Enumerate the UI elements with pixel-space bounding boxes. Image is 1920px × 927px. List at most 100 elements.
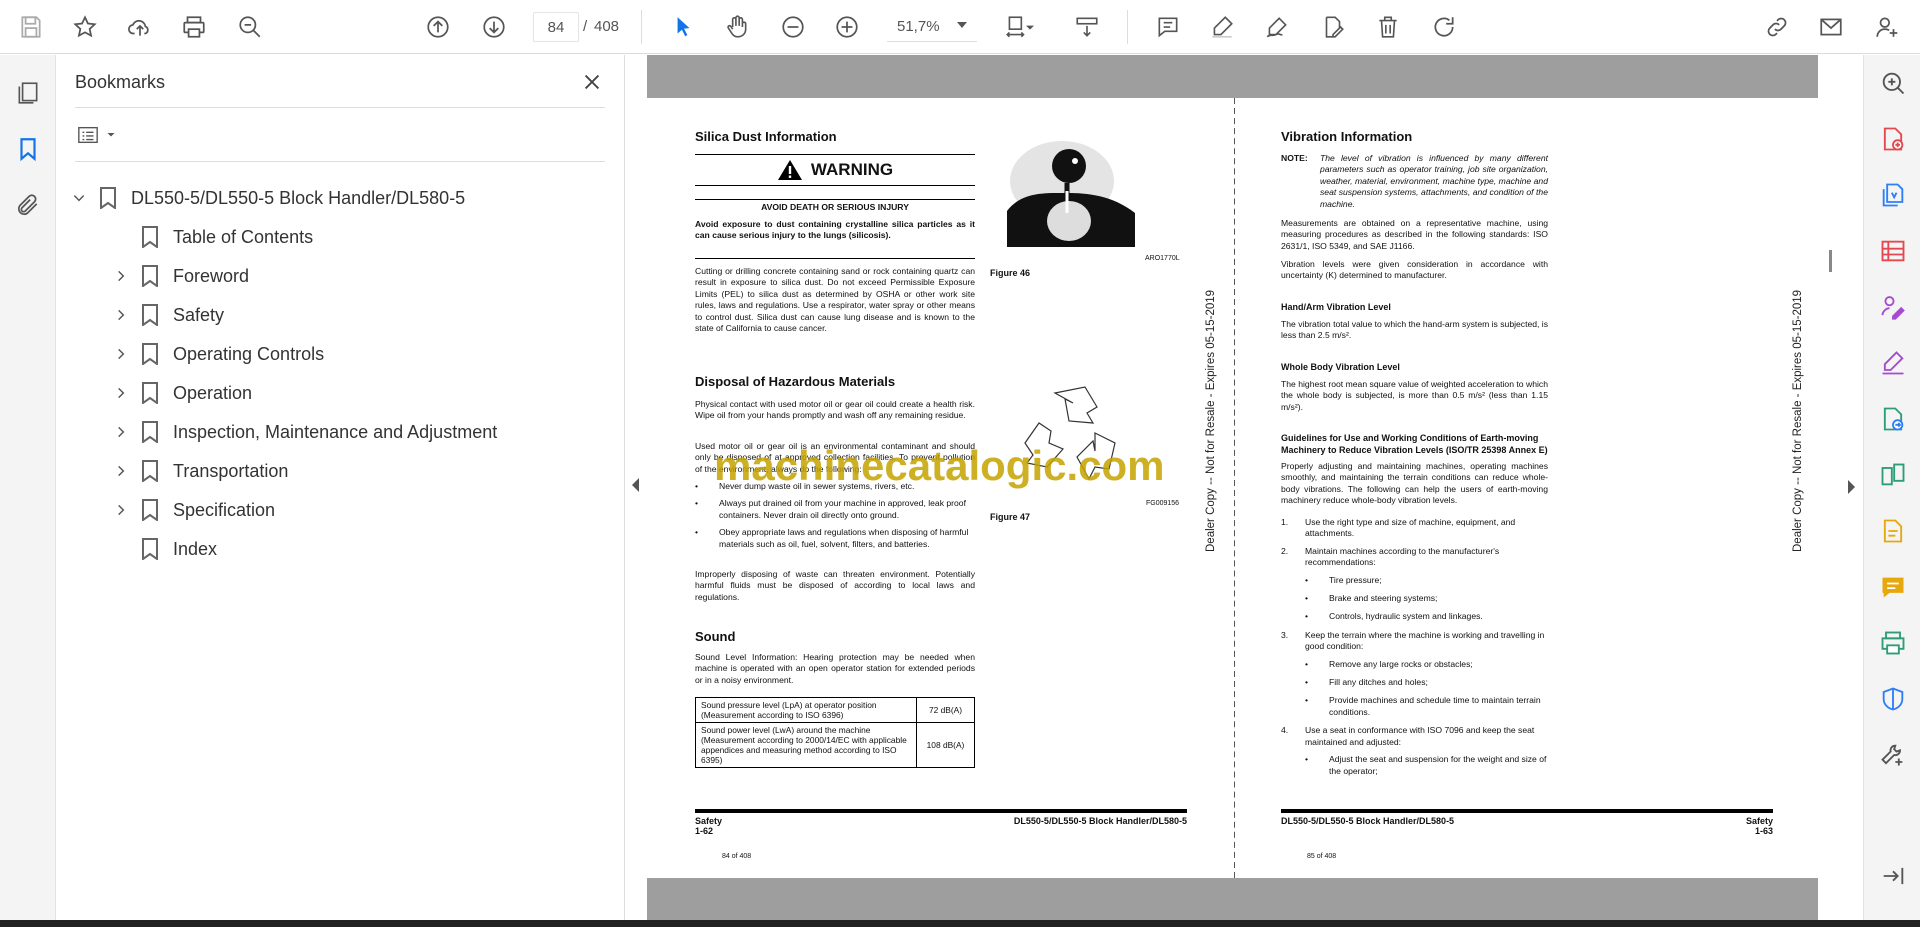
scan-ocr-icon[interactable] bbox=[1877, 515, 1909, 547]
zoom-search-icon[interactable] bbox=[1877, 67, 1909, 99]
page-number-input[interactable]: 84 bbox=[533, 12, 579, 42]
bookmark-panel-icon[interactable] bbox=[12, 133, 44, 165]
bookmark-item-operating-controls[interactable]: Operating Controls bbox=[113, 339, 324, 369]
highlight-pen-icon[interactable] bbox=[1205, 10, 1239, 44]
list-item: • Provide machines and schedule time to m… bbox=[1305, 695, 1541, 717]
bookmark-item-operation[interactable]: Operation bbox=[113, 378, 252, 408]
footer-model: DL550-5/DL550-5 Block Handler/DL580-5 bbox=[1281, 816, 1455, 826]
list-item: • Controls, hydraulic system and linkages… bbox=[1305, 611, 1483, 622]
scroll-mode-icon[interactable] bbox=[1070, 10, 1104, 44]
zoom-in-icon[interactable] bbox=[830, 10, 864, 44]
bookmark-root[interactable]: DL550-5/DL550-5 Block Handler/DL580-5 bbox=[71, 183, 465, 213]
collapse-left-panel-icon[interactable] bbox=[632, 478, 639, 492]
list-item: 2. Maintain machines according to the man… bbox=[1281, 545, 1500, 568]
table-cell: 72 dB(A) bbox=[916, 697, 975, 723]
vertical-scrollbar[interactable] bbox=[1829, 250, 1832, 272]
page-of-label: 85 of 408 bbox=[1307, 853, 1337, 860]
chevron-right-icon[interactable] bbox=[113, 346, 129, 362]
disposal-paragraph: Improperly disposing of waste can threat… bbox=[695, 569, 975, 602]
export-pdf-icon[interactable] bbox=[1877, 403, 1909, 435]
attachment-icon[interactable] bbox=[12, 189, 44, 221]
email-icon[interactable] bbox=[1814, 10, 1848, 44]
select-cursor-icon[interactable] bbox=[666, 10, 700, 44]
bookmark-options-button[interactable] bbox=[75, 121, 121, 149]
chevron-right-icon[interactable] bbox=[113, 502, 129, 518]
collapse-right-panel-icon[interactable] bbox=[1848, 480, 1855, 494]
table-row: Sound power level (LwA) around the machi… bbox=[695, 722, 975, 768]
sound-table: Sound pressure level (LpA) at operator p… bbox=[695, 697, 975, 768]
chevron-right-icon[interactable] bbox=[113, 307, 129, 323]
chevron-right-icon[interactable] bbox=[113, 424, 129, 440]
save-icon[interactable] bbox=[14, 10, 48, 44]
vibration-paragraph: Measurements are obtained on a represent… bbox=[1281, 218, 1548, 251]
fill-sign-icon[interactable] bbox=[1877, 347, 1909, 379]
trash-icon[interactable] bbox=[1371, 10, 1405, 44]
create-pdf-icon[interactable] bbox=[1877, 123, 1909, 155]
list-item: • Remove any large rocks or obstacles; bbox=[1305, 658, 1473, 669]
rotate-icon[interactable] bbox=[1427, 10, 1461, 44]
zoom-search-icon[interactable] bbox=[233, 10, 267, 44]
warning-header: WARNING bbox=[695, 155, 975, 185]
star-icon[interactable] bbox=[68, 10, 102, 44]
comment-icon[interactable] bbox=[1151, 10, 1185, 44]
bookmark-label: Foreword bbox=[173, 265, 250, 286]
more-tools-icon[interactable] bbox=[1877, 739, 1909, 771]
bookmark-icon bbox=[142, 343, 158, 365]
bookmark-icon bbox=[142, 538, 158, 560]
bookmark-item-foreword[interactable]: Foreword bbox=[113, 261, 249, 291]
add-user-icon[interactable] bbox=[1870, 10, 1904, 44]
chevron-right-icon[interactable] bbox=[113, 385, 129, 401]
bookmark-item-table-of-contents[interactable]: Table of Contents bbox=[113, 222, 313, 252]
bookmark-item-index[interactable]: Index bbox=[113, 534, 217, 564]
vibration-paragraph: The highest root mean square value of we… bbox=[1281, 379, 1548, 412]
print-icon[interactable] bbox=[177, 10, 211, 44]
bookmark-label: Index bbox=[173, 538, 218, 559]
bookmark-item-specification[interactable]: Specification bbox=[113, 495, 275, 525]
warning-subtitle: AVOID DEATH OR SERIOUS INJURY bbox=[761, 202, 909, 212]
draw-signature-icon[interactable] bbox=[1260, 10, 1294, 44]
section-title: Disposal of Hazardous Materials bbox=[695, 374, 896, 389]
collapse-tools-icon[interactable] bbox=[1877, 860, 1909, 892]
bookmark-icon bbox=[142, 265, 158, 287]
close-icon[interactable] bbox=[577, 67, 607, 97]
bookmark-item-inspection[interactable]: Inspection, Maintenance and Adjustment bbox=[113, 417, 497, 447]
chevron-right-icon[interactable] bbox=[113, 268, 129, 284]
footer-rule bbox=[1281, 809, 1773, 813]
chevron-down-icon[interactable] bbox=[957, 22, 967, 28]
hand-tool-icon[interactable] bbox=[720, 10, 754, 44]
bookmark-label: Safety bbox=[173, 304, 225, 325]
bookmark-label: Table of Contents bbox=[173, 226, 314, 247]
list-item: • Always put drained oil from your machin… bbox=[695, 498, 966, 520]
request-signatures-icon[interactable] bbox=[1877, 291, 1909, 323]
bookmark-item-safety[interactable]: Safety bbox=[113, 300, 224, 330]
note-label: NOTE: bbox=[1281, 153, 1308, 163]
warning-label: WARNING bbox=[810, 160, 894, 179]
chevron-right-icon[interactable] bbox=[113, 463, 129, 479]
warning-triangle-icon bbox=[777, 160, 802, 180]
warning-rule bbox=[695, 199, 975, 200]
combine-files-icon[interactable] bbox=[1877, 179, 1909, 211]
print-production-icon[interactable] bbox=[1877, 627, 1909, 659]
previous-page-icon[interactable] bbox=[421, 10, 455, 44]
compare-files-icon[interactable] bbox=[1877, 459, 1909, 491]
chevron-down-icon[interactable] bbox=[71, 190, 87, 206]
footer-page-number: 1-63 bbox=[1754, 826, 1773, 836]
zoom-out-icon[interactable] bbox=[776, 10, 810, 44]
cloud-upload-icon[interactable] bbox=[123, 10, 157, 44]
footer-rule bbox=[695, 809, 1187, 813]
comment-panel-icon[interactable] bbox=[1877, 571, 1909, 603]
bookmark-item-transportation[interactable]: Transportation bbox=[113, 456, 288, 486]
chevron-down-icon[interactable] bbox=[1022, 10, 1038, 44]
toolbar-divider bbox=[1127, 10, 1128, 44]
next-page-icon[interactable] bbox=[477, 10, 511, 44]
figure-caption: Figure 46 bbox=[990, 268, 1031, 278]
silica-dust-figure bbox=[1007, 141, 1135, 247]
protect-shield-icon[interactable] bbox=[1877, 683, 1909, 715]
document-page-right: Vibration Information NOTE: The level of… bbox=[1235, 98, 1818, 878]
bookmark-icon bbox=[142, 382, 158, 404]
organize-pages-icon[interactable] bbox=[1877, 235, 1909, 267]
edit-pdf-icon[interactable] bbox=[1316, 10, 1350, 44]
share-link-icon[interactable] bbox=[1760, 10, 1794, 44]
bookmark-icon bbox=[100, 187, 116, 209]
pages-thumbnail-icon[interactable] bbox=[12, 77, 44, 109]
